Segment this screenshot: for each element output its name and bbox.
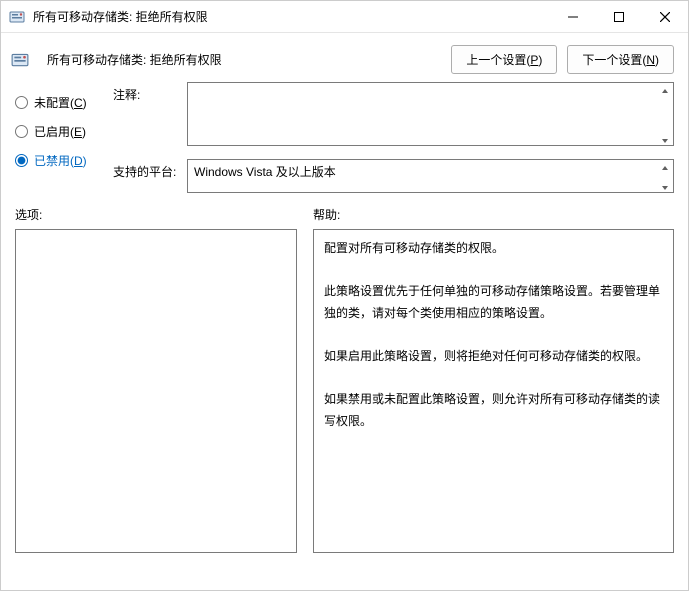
radio-enabled-label: 已启用(E) [34, 123, 86, 140]
policy-icon [11, 51, 29, 69]
header-row: 所有可移动存储类: 拒绝所有权限 上一个设置(P) 下一个设置(N) [1, 33, 688, 80]
help-paragraph: 配置对所有可移动存储类的权限。 [324, 238, 663, 260]
radio-enabled-input[interactable] [15, 125, 28, 138]
options-label: 选项: [15, 206, 297, 223]
window-buttons [550, 1, 688, 32]
platform-label: 支持的平台: [113, 159, 187, 180]
radio-not-configured[interactable]: 未配置(C) [15, 94, 113, 111]
close-button[interactable] [642, 1, 688, 32]
help-panel: 配置对所有可移动存储类的权限。 此策略设置优先于任何单独的可移动存储策略设置。若… [313, 229, 674, 553]
options-panel [15, 229, 297, 553]
next-setting-button[interactable]: 下一个设置(N) [567, 45, 674, 74]
help-paragraph: 如果启用此策略设置，则将拒绝对任何可移动存储类的权限。 [324, 346, 663, 368]
comment-textarea[interactable] [187, 82, 674, 146]
help-paragraph: 如果禁用或未配置此策略设置，则允许对所有可移动存储类的读写权限。 [324, 389, 663, 432]
platform-textarea [187, 159, 674, 193]
minimize-button[interactable] [550, 1, 596, 32]
maximize-button[interactable] [596, 1, 642, 32]
policy-title: 所有可移动存储类: 拒绝所有权限 [47, 51, 439, 68]
policy-icon [9, 9, 25, 25]
help-label: 帮助: [313, 206, 674, 223]
radio-disabled-input[interactable] [15, 154, 28, 167]
comment-label: 注释: [113, 82, 187, 103]
window-title: 所有可移动存储类: 拒绝所有权限 [33, 8, 550, 25]
radio-enabled[interactable]: 已启用(E) [15, 123, 113, 140]
radio-disabled[interactable]: 已禁用(D) [15, 152, 113, 169]
titlebar: 所有可移动存储类: 拒绝所有权限 [1, 1, 688, 33]
lower-panels: 选项: 帮助: 配置对所有可移动存储类的权限。 此策略设置优先于任何单独的可移动… [1, 196, 688, 561]
help-paragraph: 此策略设置优先于任何单独的可移动存储策略设置。若要管理单独的类，请对每个类使用相… [324, 281, 663, 324]
radio-not-configured-input[interactable] [15, 96, 28, 109]
config-area: 未配置(C) 已启用(E) 已禁用(D) 注释: 支持的平台: [1, 80, 688, 196]
radio-disabled-label: 已禁用(D) [34, 152, 87, 169]
state-radio-group: 未配置(C) 已启用(E) 已禁用(D) [15, 82, 113, 196]
previous-setting-button[interactable]: 上一个设置(P) [451, 45, 557, 74]
radio-not-configured-label: 未配置(C) [34, 94, 87, 111]
